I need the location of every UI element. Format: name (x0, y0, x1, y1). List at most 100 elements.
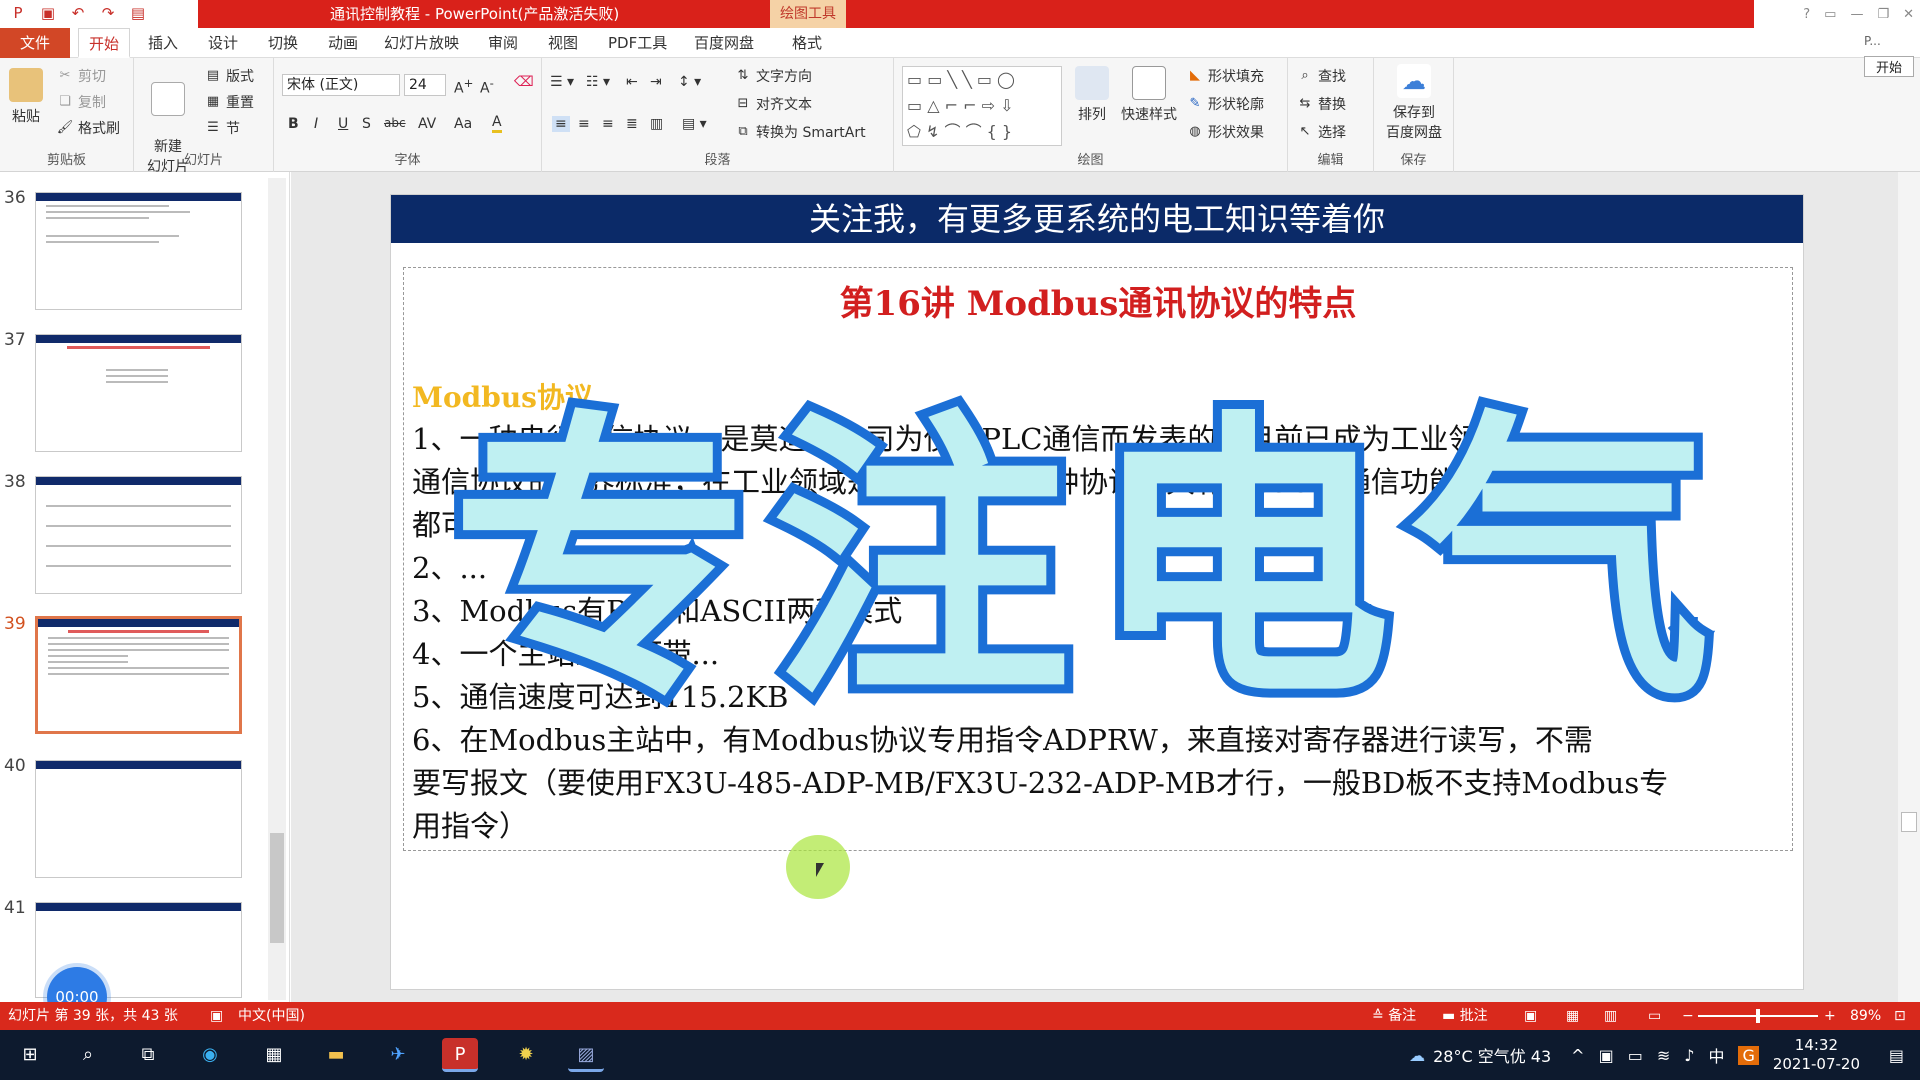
justify-button[interactable]: ≣ (626, 116, 638, 132)
paste-button[interactable]: 粘贴 (6, 68, 46, 126)
save-to-baidu-button[interactable]: ☁ 保存到 百度网盘 (1378, 64, 1450, 142)
reset-button[interactable]: ▦ 重置 (204, 92, 254, 112)
slideshow-view-icon[interactable]: ▭ (1648, 1002, 1661, 1030)
zoom-slider-knob[interactable] (1756, 1009, 1760, 1023)
thumbnail-scrollbar[interactable] (268, 178, 286, 1000)
tab-insert[interactable]: 插入 (138, 28, 188, 58)
strikethrough-button[interactable]: abc (384, 116, 406, 130)
clear-formatting-icon[interactable]: ⌫ (514, 74, 534, 90)
ribbon-display-icon[interactable]: ▭ (1824, 7, 1836, 22)
tab-baidu-netdisk[interactable]: 百度网盘 (684, 28, 764, 58)
italic-button[interactable]: I (314, 116, 318, 132)
slide-scrollbar[interactable] (1898, 172, 1920, 1002)
numbering-button[interactable]: ☷ ▾ (586, 74, 610, 90)
tab-design[interactable]: 设计 (198, 28, 248, 58)
replace-button[interactable]: ⇆ 替换 (1296, 94, 1346, 114)
slide-canvas[interactable]: 关注我，有更多更系统的电工知识等着你 第16讲 Modbus通讯协议的特点 Mo… (390, 194, 1804, 990)
select-button[interactable]: ↖ 选择 (1296, 122, 1346, 142)
format-painter-button[interactable]: 🖌 格式刷 (56, 118, 120, 138)
fit-slide-icon[interactable]: ⊡ (1894, 1002, 1906, 1030)
bullets-button[interactable]: ☰ ▾ (550, 74, 574, 90)
task-view-icon[interactable]: ⧉ (130, 1038, 166, 1072)
tab-transitions[interactable]: 切换 (258, 28, 308, 58)
tab-slideshow[interactable]: 幻灯片放映 (374, 28, 469, 58)
slide-scroll-thumb[interactable] (1901, 812, 1917, 832)
zoom-level[interactable]: 89% (1850, 1002, 1881, 1030)
tab-pdf-tools[interactable]: PDF工具 (598, 28, 677, 58)
underline-button[interactable]: U (338, 116, 348, 132)
start-slideshow-icon[interactable]: ▤ (128, 3, 148, 23)
copy-button[interactable]: ❏ 复制 (56, 92, 106, 112)
close-icon[interactable]: ✕ (1903, 7, 1914, 22)
wifi-icon[interactable]: ≋ (1657, 1046, 1670, 1065)
slide-thumbnail-selected[interactable] (35, 616, 242, 734)
quick-styles-button[interactable]: 快速样式 (1116, 66, 1182, 124)
decrease-indent-button[interactable]: ⇤ (626, 74, 638, 90)
slide-sorter-icon[interactable]: ▦ (1566, 1002, 1579, 1030)
zoom-slider[interactable] (1698, 1009, 1818, 1023)
shape-fill-button[interactable]: ◣ 形状填充 (1186, 66, 1264, 86)
slide-thumbnail[interactable] (35, 476, 242, 594)
distributed-button[interactable]: ▥ (650, 116, 663, 132)
notes-button[interactable]: ≙ 备注 (1372, 1002, 1416, 1030)
cut-button[interactable]: ✂ 剪切 (56, 66, 106, 86)
restore-icon[interactable]: ❐ (1877, 7, 1889, 22)
shrink-font-button[interactable]: A- (480, 76, 494, 97)
change-case-button[interactable]: Aa (454, 116, 472, 132)
arrange-button[interactable]: 排列 (1070, 66, 1114, 124)
reading-view-icon[interactable]: ▥ (1604, 1002, 1617, 1030)
find-button[interactable]: ⌕ 查找 (1296, 66, 1346, 86)
shadow-button[interactable]: S (362, 116, 371, 132)
battery-icon[interactable]: ▭ (1628, 1046, 1643, 1065)
normal-view-icon[interactable]: ▣ (1524, 1002, 1537, 1030)
file-explorer-icon[interactable]: ▬ (318, 1038, 354, 1072)
align-center-button[interactable]: ≡ (578, 116, 590, 132)
font-name-combo[interactable]: 宋体 (正文) (282, 74, 400, 96)
ime-indicator[interactable]: 中 (1708, 1043, 1724, 1067)
align-right-button[interactable]: ≡ (602, 116, 614, 132)
save-icon[interactable]: ▣ (38, 3, 58, 23)
volume-icon[interactable]: ♪ (1684, 1046, 1694, 1065)
store-icon[interactable]: ▦ (256, 1038, 292, 1072)
section-button[interactable]: ☰ 节 (204, 118, 240, 138)
content-textbox[interactable]: 第16讲 Modbus通讯协议的特点 Modbus协议 1、一种串行通信协议，是… (403, 267, 1793, 851)
tab-animations[interactable]: 动画 (318, 28, 368, 58)
text-direction-button[interactable]: ⇅ 文字方向 (734, 66, 812, 86)
tab-view[interactable]: 视图 (538, 28, 588, 58)
shape-effects-button[interactable]: ◍ 形状效果 (1186, 122, 1264, 142)
slide-thumbnail[interactable] (35, 334, 242, 452)
line-spacing-button[interactable]: ↕ ▾ (678, 74, 701, 90)
align-text-button[interactable]: ⊟ 对齐文本 (734, 94, 812, 114)
comments-button[interactable]: ▬ 批注 (1442, 1002, 1488, 1030)
layout-button[interactable]: ▤ 版式 (204, 66, 254, 86)
convert-smartart-button[interactable]: ⧉ 转换为 SmartArt (734, 122, 865, 142)
shapes-gallery[interactable]: ▭ ▭ ╲ ╲ ▭ ◯ ▭ △ ⌐ ⌐ ⇨ ⇩ ⬠ ↯ ⌒ ⌒ { } (902, 66, 1062, 146)
font-size-combo[interactable]: 24 (404, 74, 446, 96)
app-bird-icon[interactable]: ✈ (380, 1038, 416, 1072)
search-icon[interactable]: ⌕ (70, 1038, 106, 1072)
redo-icon[interactable]: ↷ (98, 3, 118, 23)
font-color-button[interactable]: A (492, 114, 502, 133)
shape-outline-button[interactable]: ✎ 形状轮廓 (1186, 94, 1264, 114)
help-icon[interactable]: ? (1803, 7, 1810, 22)
windows-start-icon[interactable]: ⊞ (12, 1038, 48, 1072)
weather-status[interactable]: 28°C 空气优 43 (1433, 1043, 1551, 1067)
character-spacing-button[interactable]: AV (418, 116, 436, 132)
spellcheck-icon[interactable]: ▣ (210, 1002, 223, 1030)
tab-review[interactable]: 审阅 (478, 28, 528, 58)
columns-button[interactable]: ▤ ▾ (682, 116, 707, 132)
edge-browser-icon[interactable]: ◉ (192, 1038, 228, 1072)
app-image-icon[interactable]: ▨ (568, 1038, 604, 1072)
zoom-out-icon[interactable]: − (1682, 1002, 1694, 1030)
undo-icon[interactable]: ↶ (68, 3, 88, 23)
tab-format[interactable]: 格式 (782, 28, 832, 58)
tray-app-icon[interactable]: ▣ (1599, 1046, 1614, 1065)
bold-button[interactable]: B (288, 116, 299, 132)
tray-expand-icon[interactable]: ^ (1571, 1046, 1584, 1065)
slide-thumbnail[interactable] (35, 760, 242, 878)
language-status[interactable]: 中文(中国) (238, 1002, 305, 1030)
notifications-icon[interactable]: ▤ (1889, 1046, 1904, 1065)
tab-home[interactable]: 开始 (78, 28, 131, 58)
grow-font-button[interactable]: A+ (454, 76, 473, 97)
taskbar-clock[interactable]: 14:32 2021-07-20 (1773, 1036, 1860, 1074)
